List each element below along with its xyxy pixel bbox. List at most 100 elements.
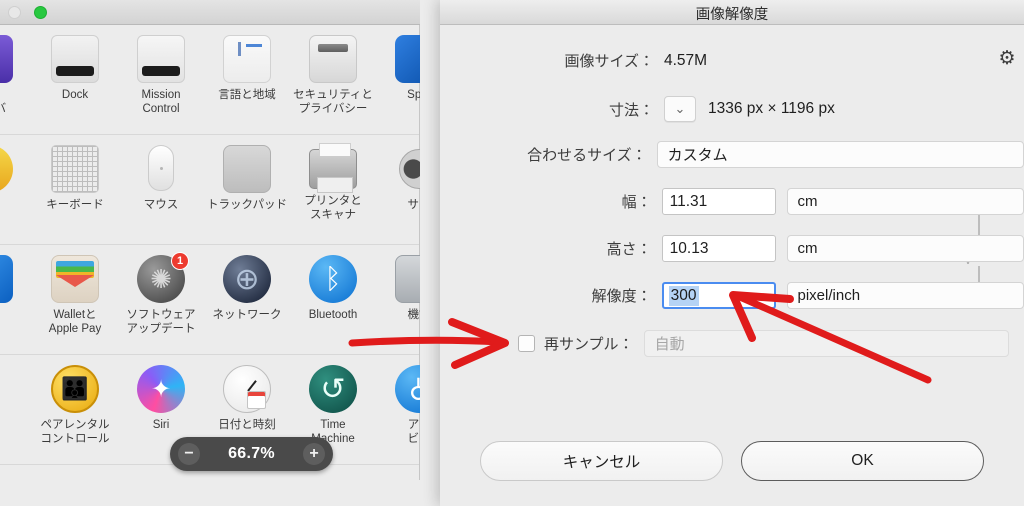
pref-item-label: アク ビリ <box>407 419 421 445</box>
resample-label: 再サンプル： <box>544 336 634 353</box>
pref-item-label: プリンタと スキャナ <box>304 195 362 221</box>
pref-item-extensions[interactable]: 機能 <box>376 245 420 354</box>
desktop-screensaver-icon <box>0 35 13 83</box>
pref-item-network[interactable]: ネットワーク <box>204 245 290 354</box>
pref-item-label: Bluetooth <box>308 309 358 321</box>
pref-item-internet-accounts[interactable]: ット ト <box>0 245 32 354</box>
pref-item-desktop-screensaver[interactable]: プと セーバ <box>0 25 32 134</box>
preferences-grid: プと セーバ Dock Mission Control 言語と地域 セキュリティ… <box>0 25 420 480</box>
pref-item-mission-control[interactable]: Mission Control <box>118 25 204 134</box>
width-input[interactable]: 11.31 <box>661 188 776 215</box>
fit-to-label: 合わせるサイズ： <box>527 147 647 164</box>
zoom-out-button[interactable]: − <box>178 443 200 465</box>
pref-item-software-update[interactable]: 1 ソフトウェア アップデート <box>118 245 204 354</box>
pref-item-label: 機能 <box>407 309 421 321</box>
width-row: 幅： 11.31 cm <box>440 188 1024 215</box>
pref-item-spotlight[interactable]: Spot <box>376 25 420 134</box>
pref-item-sound[interactable]: サウ <box>376 135 420 244</box>
pref-item-language-region[interactable]: 言語と地域 <box>204 25 290 134</box>
pref-item-label: Spot <box>407 89 420 101</box>
fit-to-select[interactable]: カスタム <box>656 141 1024 168</box>
security-privacy-icon <box>309 35 357 83</box>
pref-item-label: ギー <box>0 198 1 212</box>
sharing-icon <box>0 365 13 413</box>
pref-item-security-privacy[interactable]: セキュリティと プライバシー <box>290 25 376 134</box>
dock-icon <box>51 35 99 83</box>
dialog-titlebar: 画像解像度 <box>440 0 1024 25</box>
pref-item-energy-saver[interactable]: ギー <box>0 135 32 244</box>
cancel-button[interactable]: キャンセル <box>480 441 723 481</box>
language-region-icon <box>223 35 271 83</box>
pref-item-label: セキュリティと プライバシー <box>293 89 373 115</box>
pref-item-label: マウス <box>143 199 179 211</box>
dialog-title: 画像解像度 <box>695 7 769 23</box>
image-size-value: 4.57M <box>664 51 708 69</box>
screen: プと セーバ Dock Mission Control 言語と地域 セキュリティ… <box>0 0 1024 506</box>
image-size-row: 画像サイズ： 4.57M <box>440 50 1024 71</box>
zoom-level-control[interactable]: − 66.7% + <box>170 437 333 471</box>
image-size-label: 画像サイズ： <box>564 53 654 70</box>
pref-item-sharing[interactable]: と グ <box>0 355 32 464</box>
dimensions-row: 寸法： ⌄ 1336 px × 1196 px <box>440 96 1024 122</box>
chevron-down-icon[interactable]: ⌄ <box>664 96 696 122</box>
resample-row: 再サンプル： 自動 <box>440 330 1024 357</box>
mission-control-icon <box>137 35 185 83</box>
pref-item-label: Mission Control <box>141 89 181 115</box>
preferences-row: プと セーバ Dock Mission Control 言語と地域 セキュリティ… <box>0 25 420 135</box>
pref-item-label: サウ <box>407 199 421 211</box>
zoom-button[interactable] <box>34 6 47 19</box>
pref-item-label: ネットワーク <box>212 309 282 321</box>
internet-accounts-icon <box>0 255 13 303</box>
pref-item-label: キーボード <box>46 199 104 211</box>
pref-item-keyboard[interactable]: キーボード <box>32 135 118 244</box>
height-unit-select[interactable]: cm <box>786 235 1024 262</box>
resample-checkbox[interactable] <box>518 335 535 352</box>
pref-item-label: プと セーバ <box>0 89 7 115</box>
image-size-dialog: 画像解像度 ⚙ 画像サイズ： 4.57M 寸法： ⌄ 1336 px × 119… <box>440 0 1024 506</box>
sound-icon <box>395 145 420 193</box>
resolution-value: 300 <box>668 285 699 306</box>
printers-scanners-icon <box>309 143 357 193</box>
pref-item-label: ソフトウェア アップデート <box>126 309 196 335</box>
pref-item-dock[interactable]: Dock <box>32 25 118 134</box>
update-badge: 1 <box>171 252 189 270</box>
pref-item-mouse[interactable]: マウス <box>118 135 204 244</box>
close-button[interactable] <box>8 6 21 19</box>
pref-item-printers-scanners[interactable]: プリンタと スキャナ <box>290 135 376 244</box>
pref-item-label: トラックパッド <box>207 199 287 211</box>
wallet-apple-pay-icon <box>51 255 99 303</box>
resolution-input[interactable]: 300 <box>661 282 776 309</box>
system-preferences-window: プと セーバ Dock Mission Control 言語と地域 セキュリティ… <box>0 0 420 506</box>
resolution-label: 解像度： <box>591 288 652 305</box>
resolution-row: 解像度： 300 pixel/inch <box>440 282 1024 309</box>
parental-controls-icon <box>51 365 99 413</box>
pref-item-label: Walletと Apple Pay <box>48 309 102 335</box>
accessibility-icon <box>395 365 420 413</box>
software-update-icon: 1 <box>137 252 189 303</box>
time-machine-icon <box>309 365 357 413</box>
height-row: 高さ： 10.13 cm <box>440 235 1024 262</box>
pref-item-wallet-apple-pay[interactable]: Walletと Apple Pay <box>32 245 118 354</box>
zoom-percent-label: 66.7% <box>228 445 275 462</box>
dimensions-label: 寸法： <box>608 101 654 119</box>
resample-method-select: 自動 <box>643 330 1009 357</box>
mouse-icon <box>137 145 185 193</box>
trackpad-icon <box>223 145 271 193</box>
pref-item-bluetooth[interactable]: Bluetooth <box>290 245 376 354</box>
pref-item-trackpad[interactable]: トラックパッド <box>204 135 290 244</box>
preferences-row: ット ト Walletと Apple Pay 1 ソフトウェア アップデート ネ… <box>0 245 420 355</box>
width-unit-select[interactable]: cm <box>786 188 1024 215</box>
resolution-unit-select[interactable]: pixel/inch <box>786 282 1024 309</box>
date-time-icon <box>223 365 271 413</box>
pref-item-label: Siri <box>152 419 170 431</box>
pref-item-label: Dock <box>61 89 89 101</box>
zoom-in-button[interactable]: + <box>303 443 325 465</box>
pref-item-label: 言語と地域 <box>218 89 276 101</box>
fit-to-row: 合わせるサイズ： カスタム <box>440 141 1024 168</box>
ok-button[interactable]: OK <box>741 441 984 481</box>
height-input[interactable]: 10.13 <box>661 235 776 262</box>
spotlight-icon <box>395 35 420 83</box>
pref-item-parental-controls[interactable]: ペアレンタル コントロール <box>32 355 118 464</box>
dimensions-value: 1336 px × 1196 px <box>708 100 835 117</box>
pref-item-accessibility[interactable]: アク ビリ <box>376 355 420 464</box>
